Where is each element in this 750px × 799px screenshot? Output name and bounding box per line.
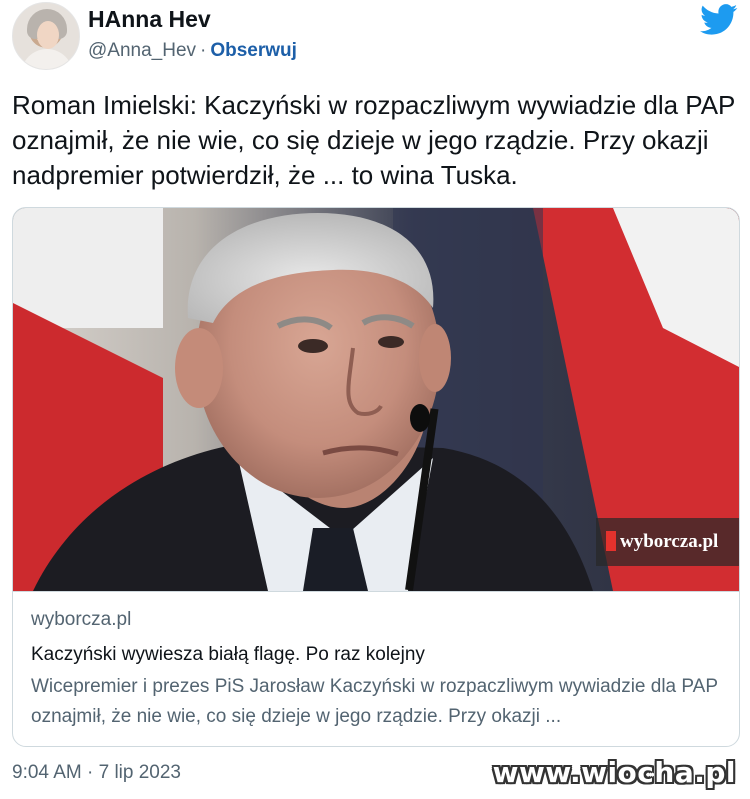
author-handle[interactable]: @Anna_Hev [88, 40, 196, 61]
follow-button[interactable]: Obserwuj [210, 40, 297, 61]
card-description: Wicepremier i prezes PiS Jarosław Kaczyń… [31, 676, 718, 727]
tweet-timestamp[interactable]: 9:04 AM · 7 lip 2023 [12, 762, 181, 784]
separator-dot: · [200, 40, 207, 61]
tweet-header: HAnna Hev @Anna_Hev · Obserwuj [12, 2, 738, 72]
author-handle-row: @Anna_Hev · Obserwuj [88, 40, 297, 62]
card-domain: wyborcza.pl [31, 609, 132, 630]
link-preview-card[interactable]: wyborcza.pl wyborcza.pl Kaczyński wywies… [12, 207, 740, 747]
card-meta[interactable]: wyborcza.pl Kaczyński wywiesza białą fla… [13, 591, 739, 746]
card-title[interactable]: Kaczyński wywiesza białą flagę. Po raz k… [31, 640, 723, 670]
card-image[interactable]: wyborcza.pl [13, 208, 739, 591]
tweet-text: Roman Imielski: Kaczyński w rozpaczliwym… [12, 90, 735, 190]
avatar[interactable] [12, 2, 80, 70]
twitter-bird-icon[interactable] [700, 4, 738, 36]
author-display-name[interactable]: HAnna Hev [88, 6, 211, 33]
site-watermark: www.wiocha.pl [492, 756, 736, 789]
image-watermark: wyborcza.pl [596, 518, 739, 566]
